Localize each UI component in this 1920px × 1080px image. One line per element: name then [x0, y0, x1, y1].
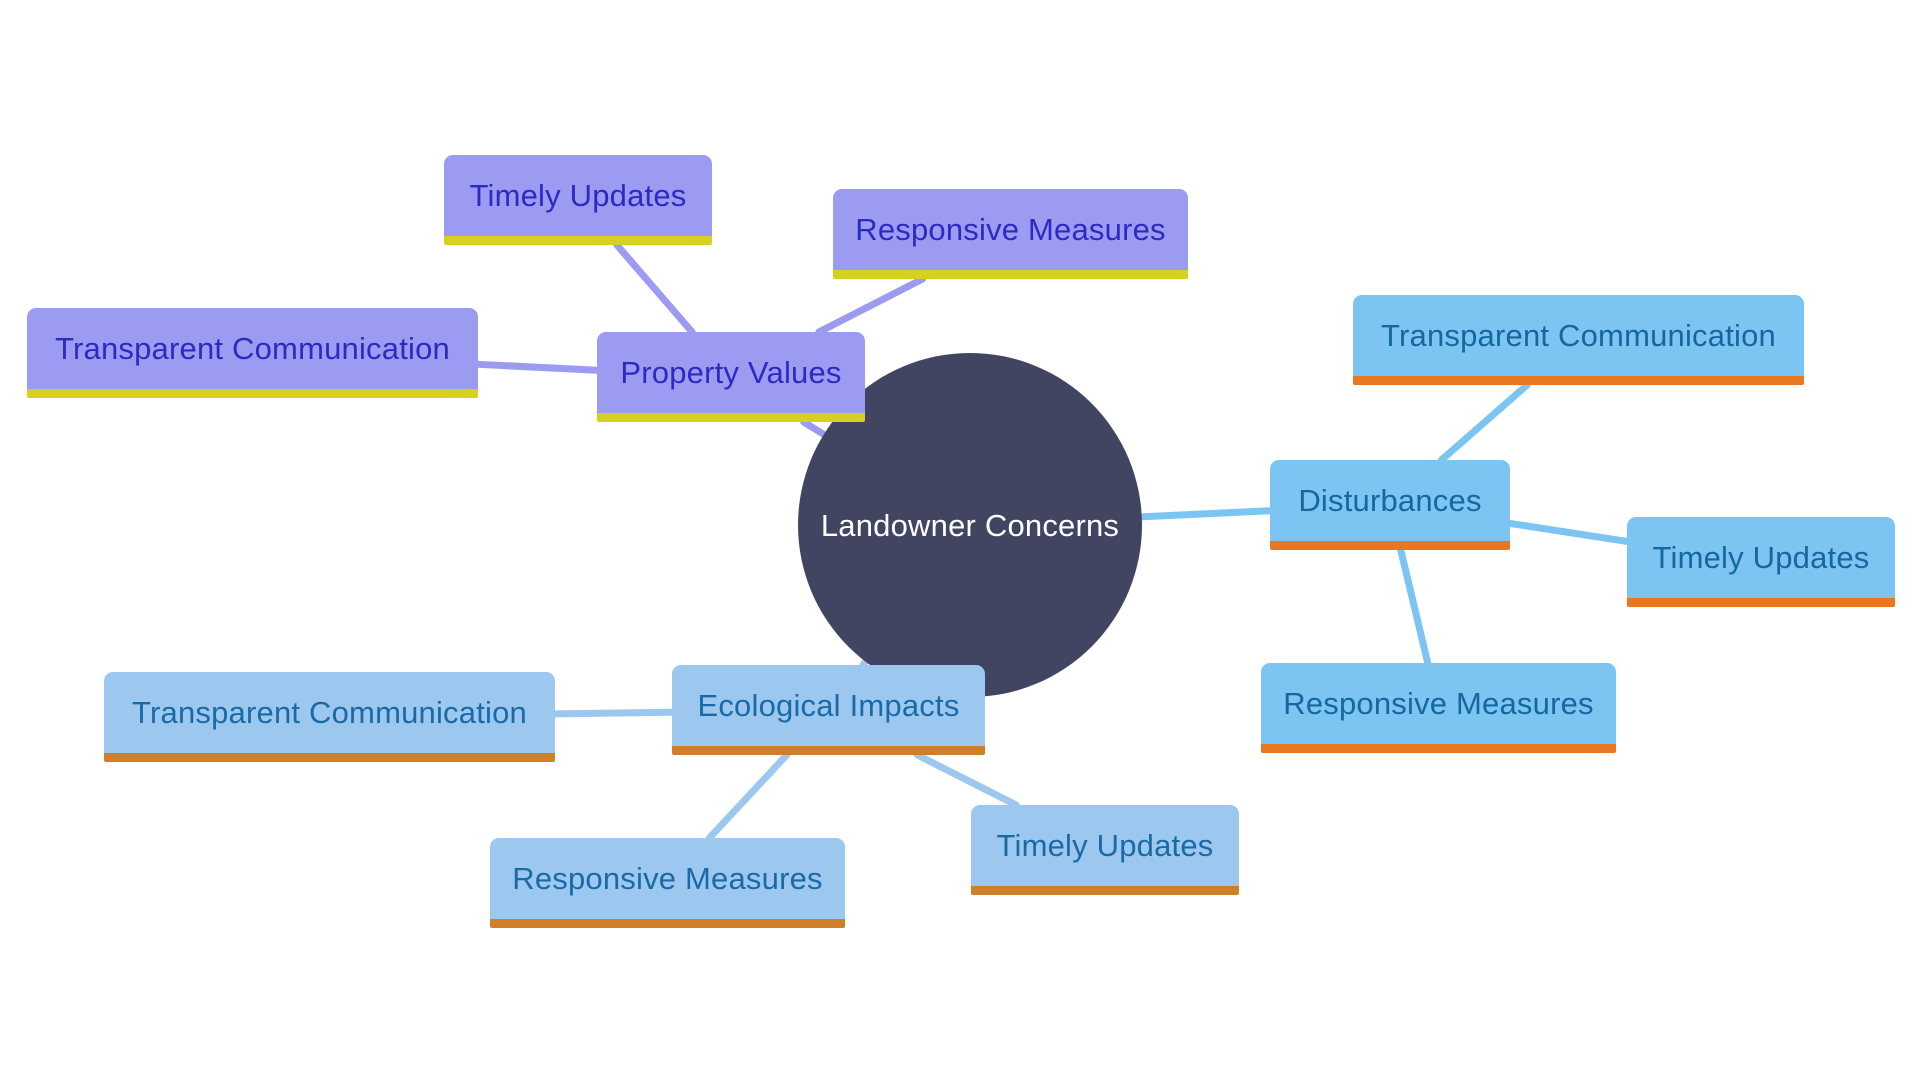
leaf-node-pv-transparent-communication[interactable]: Transparent Communication — [27, 308, 478, 398]
mindmap-canvas: Landowner Concerns Property Values Timely … — [0, 0, 1920, 1080]
branch-node-disturbances-label: Disturbances — [1298, 483, 1482, 518]
branch-node-ecological-impacts-label: Ecological Impacts — [697, 688, 960, 723]
leaf-node-ds-responsive-measures[interactable]: Responsive Measures — [1261, 663, 1616, 753]
root-node-label: Landowner Concerns — [820, 507, 1120, 543]
branch-node-property-values-label: Property Values — [620, 355, 842, 390]
leaf-node-pv-timely-updates[interactable]: Timely Updates — [444, 155, 712, 245]
leaf-node-pv-responsive-measures-label: Responsive Measures — [855, 212, 1166, 247]
leaf-node-ds-responsive-measures-label: Responsive Measures — [1283, 686, 1594, 721]
leaf-node-ei-timely-updates[interactable]: Timely Updates — [971, 805, 1239, 895]
edge-root-disturbances — [1138, 507, 1274, 521]
leaf-node-ds-transparent-communication-label: Transparent Communication — [1381, 318, 1776, 353]
edge-root-property-values — [800, 418, 828, 438]
leaf-node-pv-timely-updates-label: Timely Updates — [469, 178, 687, 213]
branch-node-ecological-impacts[interactable]: Ecological Impacts — [672, 665, 985, 755]
edge-pv-timely-updates — [613, 241, 696, 336]
leaf-node-pv-responsive-measures[interactable]: Responsive Measures — [833, 189, 1188, 279]
edge-ei-transparent-communication — [551, 708, 676, 718]
leaf-node-ds-transparent-communication[interactable]: Transparent Communication — [1353, 295, 1804, 385]
edge-ds-transparent-communication — [1437, 381, 1531, 464]
edge-ds-timely-updates — [1506, 519, 1631, 545]
leaf-node-ei-transparent-communication-label: Transparent Communication — [132, 695, 527, 730]
leaf-node-ei-transparent-communication[interactable]: Transparent Communication — [104, 672, 555, 762]
leaf-node-ei-responsive-measures-label: Responsive Measures — [512, 861, 823, 896]
edge-ei-responsive-measures — [705, 751, 791, 842]
edge-ei-timely-updates — [913, 751, 1020, 809]
leaf-node-ds-timely-updates[interactable]: Timely Updates — [1627, 517, 1895, 607]
leaf-node-pv-transparent-communication-label: Transparent Communication — [55, 331, 450, 366]
leaf-node-ei-responsive-measures[interactable]: Responsive Measures — [490, 838, 845, 928]
branch-node-property-values[interactable]: Property Values — [597, 332, 865, 422]
edge-pv-transparent-communication — [474, 360, 601, 374]
edge-ds-responsive-measures — [1397, 546, 1432, 667]
edge-pv-responsive-measures — [815, 275, 927, 336]
leaf-node-ei-timely-updates-label: Timely Updates — [996, 828, 1214, 863]
leaf-node-ds-timely-updates-label: Timely Updates — [1652, 540, 1870, 575]
branch-node-disturbances[interactable]: Disturbances — [1270, 460, 1510, 550]
